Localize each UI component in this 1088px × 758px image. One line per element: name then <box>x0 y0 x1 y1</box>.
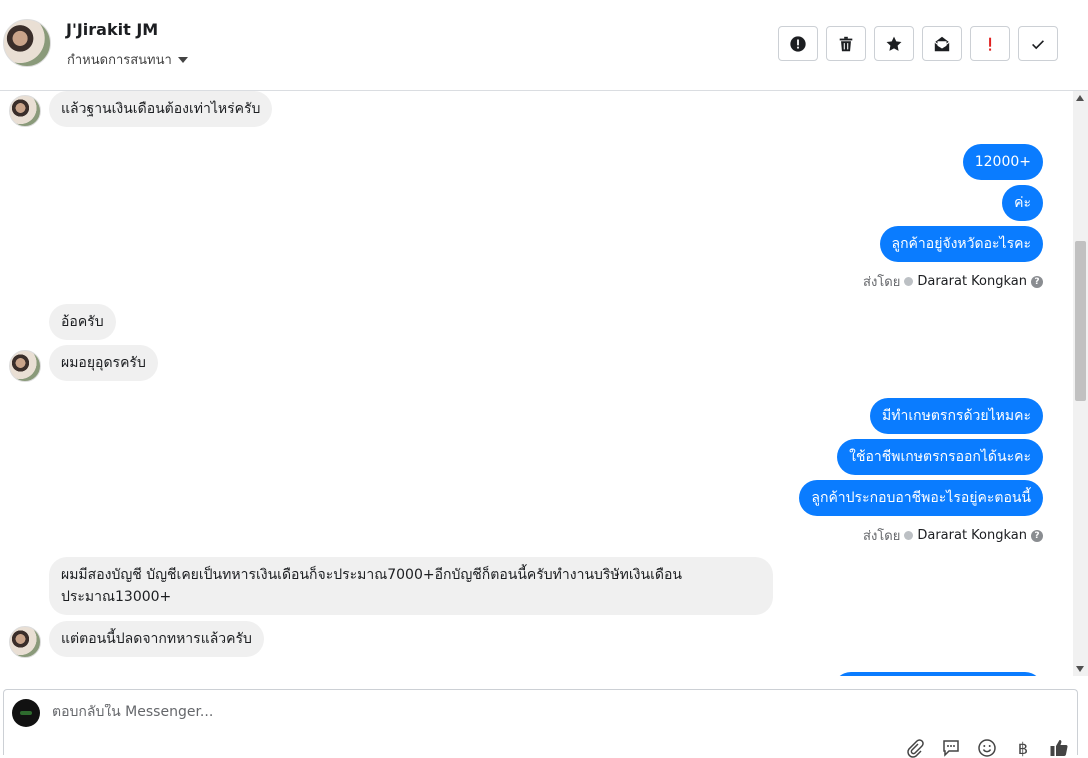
caret-down-icon <box>177 56 188 63</box>
like-icon[interactable] <box>1049 738 1069 758</box>
thread-scrollbar[interactable] <box>1073 91 1088 676</box>
page-avatar <box>12 699 40 727</box>
star-button[interactable] <box>874 26 914 61</box>
sent-by-label: ส่งโดย Dararat Kongkan ? <box>863 271 1043 292</box>
emoji-icon[interactable] <box>977 738 997 758</box>
outgoing-message[interactable]: มีทำเกษตรกรด้วยไหมคะ <box>870 398 1043 434</box>
incoming-message[interactable]: ผมมีสองบัญชี บัญชีเคยเป็นทหารเงินเดือนก็… <box>49 557 773 615</box>
message-line: ผมมีสองบัญชี บัญชีเคยเป็นทหารเงินเดือนก็… <box>61 567 682 583</box>
incoming-message[interactable]: แต่ตอนนี้ปลดจากทหารแล้วครับ <box>49 621 264 657</box>
composer-actions: ฿ <box>905 738 1069 758</box>
outgoing-message[interactable]: ลูกค้าประกอบอาชีพอะไรอยู่คะตอนนี้ <box>799 480 1043 516</box>
contact-avatar[interactable] <box>3 19 51 67</box>
contact-name[interactable]: J'Jirakit JM <box>66 20 158 39</box>
mail-open-icon <box>934 36 950 51</box>
scrollbar-thumb[interactable] <box>1075 241 1086 401</box>
spam-button[interactable] <box>970 26 1010 61</box>
reply-input[interactable] <box>52 704 952 720</box>
outgoing-message[interactable]: ค่ะ <box>1002 185 1043 221</box>
conversation-toolbar <box>778 26 1058 61</box>
sent-by-agent[interactable]: Dararat Kongkan <box>917 528 1027 543</box>
mark-done-button[interactable] <box>1018 26 1058 61</box>
sent-by-prefix: ส่งโดย <box>863 529 901 544</box>
incoming-message[interactable]: ผมอยุอุดรครับ <box>49 345 158 381</box>
contact-avatar-small[interactable] <box>9 350 41 382</box>
attachment-icon[interactable] <box>905 738 925 758</box>
check-icon <box>1032 39 1044 49</box>
mark-unread-button[interactable] <box>922 26 962 61</box>
sent-by-agent[interactable]: Dararat Kongkan <box>917 274 1027 289</box>
contact-avatar-small[interactable] <box>9 626 41 658</box>
star-icon <box>886 36 902 51</box>
exclamation-icon <box>989 37 992 51</box>
conversation-settings-dropdown[interactable]: กำหนดการสนทนา <box>67 49 188 70</box>
delete-button[interactable] <box>826 26 866 61</box>
conversation-settings-label: กำหนดการสนทนา <box>67 53 172 68</box>
baht-icon[interactable]: ฿ <box>1013 738 1033 758</box>
outgoing-message[interactable]: ลูกค้าอยู่จังหวัดอะไรคะ <box>879 226 1043 262</box>
conversation-header: J'Jirakit JM กำหนดการสนทนา <box>0 0 1088 91</box>
outgoing-message-partial[interactable] <box>833 672 1043 676</box>
help-icon[interactable]: ? <box>1031 529 1043 542</box>
incoming-message[interactable]: อ้อครับ <box>49 304 116 340</box>
verified-icon <box>904 277 914 286</box>
incoming-message[interactable]: แล้วฐานเงินเดือนต้องเท่าไหร่ครับ <box>49 91 273 127</box>
message-line: ประมาณ13000+ <box>61 589 172 605</box>
scroll-up-arrow-icon[interactable] <box>1076 95 1084 101</box>
sent-by-label: ส่งโดย Dararat Kongkan ? <box>863 525 1043 546</box>
outgoing-message[interactable]: 12000+ <box>962 144 1043 180</box>
scroll-down-arrow-icon[interactable] <box>1076 666 1084 672</box>
trash-icon <box>839 36 853 51</box>
outgoing-message[interactable]: ใช้อาชีพเกษตรกรออกได้นะคะ <box>837 439 1043 475</box>
saved-replies-icon[interactable] <box>941 738 961 758</box>
help-icon[interactable]: ? <box>1031 275 1043 288</box>
alert-circle-icon <box>790 35 806 52</box>
message-thread[interactable]: แล้วฐานเงินเดือนต้องเท่าไหร่ครับ 12000+ … <box>0 91 1073 676</box>
contact-avatar-small[interactable] <box>9 95 41 127</box>
report-button[interactable] <box>778 26 818 61</box>
sent-by-prefix: ส่งโดย <box>863 275 901 290</box>
verified-icon <box>904 531 914 540</box>
reply-composer: ฿ <box>3 689 1078 758</box>
